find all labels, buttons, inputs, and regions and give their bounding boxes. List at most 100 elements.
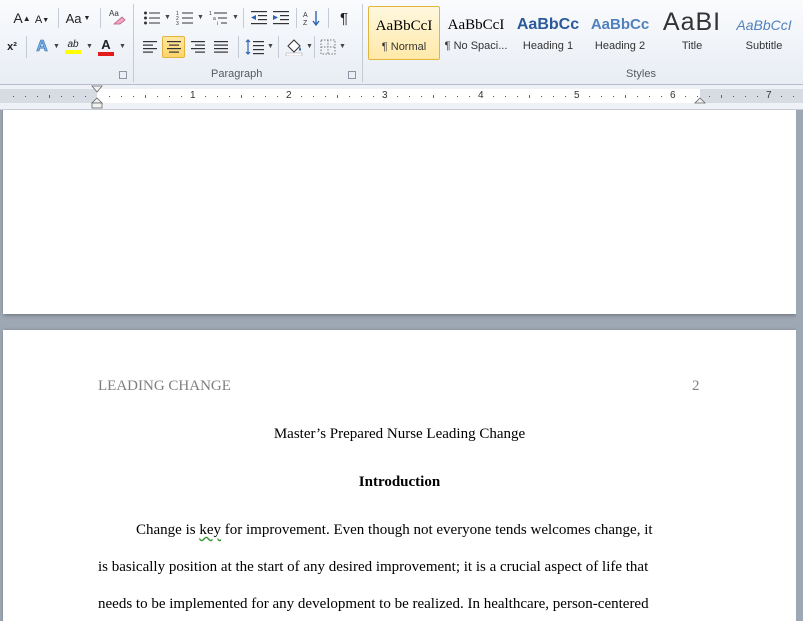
justify-button[interactable] [210, 37, 232, 57]
horizontal-ruler[interactable]: 1 2 3 4 5 6 7 [0, 85, 803, 110]
ruler-dot [493, 96, 494, 97]
paragraph-line-3: needs to be implemented for any developm… [98, 596, 649, 612]
right-indent-marker-icon[interactable] [694, 85, 706, 109]
ruler-dot [205, 96, 206, 97]
font-color-dropdown-icon[interactable]: ▼ [119, 43, 126, 50]
sort-button[interactable]: AZ [301, 8, 323, 28]
highlight-dropdown-icon[interactable]: ▼ [86, 43, 93, 50]
grow-font-button[interactable]: A ▲ [13, 8, 31, 28]
paragraph-dialog-launcher[interactable] [348, 71, 356, 79]
ruler-dot [457, 96, 458, 97]
align-center-icon [166, 41, 181, 53]
line-spacing-button[interactable] [244, 37, 266, 57]
ruler-dot [181, 96, 182, 97]
font-dialog-launcher[interactable] [119, 71, 127, 79]
superscript-label: x² [7, 41, 17, 53]
style-subtitle[interactable]: AaBbCcI Subtitle [728, 6, 800, 60]
page-1[interactable] [3, 110, 796, 314]
increase-indent-icon [273, 11, 289, 25]
line-spacing-icon [245, 39, 264, 55]
increase-indent-button[interactable] [271, 8, 291, 28]
style-heading-1[interactable]: AaBbCc Heading 1 [512, 6, 584, 60]
ruler-dot [757, 96, 758, 97]
bullets-button[interactable] [141, 8, 163, 28]
font-color-button[interactable]: A [96, 36, 116, 56]
shading-dropdown-icon[interactable]: ▼ [306, 43, 313, 50]
separator [296, 8, 297, 28]
style-title[interactable]: AaBI Title [656, 6, 728, 60]
shading-button[interactable] [283, 37, 305, 57]
ruler-right-margin [700, 89, 803, 103]
ruler-dot [661, 96, 662, 97]
ruler-dot [217, 96, 218, 97]
ruler-dot [373, 96, 374, 97]
ruler-dot [445, 96, 446, 97]
ruler-dot [397, 96, 398, 97]
ruler-dot [325, 96, 326, 97]
separator [278, 36, 279, 58]
borders-dropdown-icon[interactable]: ▼ [339, 43, 346, 50]
grammar-flagged-word[interactable]: key [199, 522, 221, 538]
svg-text:A: A [303, 12, 308, 19]
running-header: LEADING CHANGE [98, 378, 231, 394]
style-name: Subtitle [745, 40, 783, 52]
font-color-label: A [101, 36, 111, 52]
clear-formatting-button[interactable]: Aa [107, 7, 127, 27]
svg-text:1: 1 [209, 11, 212, 17]
style-sample: AaBI [662, 9, 722, 36]
ruler-dot [301, 96, 302, 97]
align-center-button[interactable] [162, 36, 185, 58]
borders-button[interactable] [318, 37, 338, 57]
multilevel-dropdown-icon[interactable]: ▼ [232, 14, 239, 21]
ruler-dot [745, 96, 746, 97]
numbering-dropdown-icon[interactable]: ▼ [197, 14, 204, 21]
para-text: Change is [136, 522, 200, 538]
highlight-color-bar [65, 49, 81, 54]
decrease-indent-button[interactable] [249, 8, 269, 28]
text-effects-dropdown-icon[interactable]: ▼ [53, 43, 60, 50]
style-normal[interactable]: AaBbCcI ¶ Normal [368, 6, 440, 60]
page-2[interactable]: LEADING CHANGE 2 Master’s Prepared Nurse… [3, 330, 796, 621]
ruler-half-tick [145, 95, 146, 98]
ruler-dot [709, 96, 710, 97]
change-case-button[interactable]: Aa ▼ [64, 8, 92, 28]
shrink-font-label: A [34, 14, 43, 26]
ruler-dot [637, 96, 638, 97]
ruler-dot [421, 96, 422, 97]
style-sample: AaBbCc [516, 16, 580, 33]
text-effects-label: A [36, 38, 48, 56]
group-separator [362, 4, 363, 82]
justify-icon [214, 41, 228, 53]
ruler-dot [73, 96, 74, 97]
ruler-dot [517, 96, 518, 97]
svg-text:3: 3 [176, 21, 179, 26]
style-no-spacing[interactable]: AaBbCcI ¶ No Spaci... [440, 6, 512, 60]
document-area[interactable]: LEADING CHANGE 2 Master’s Prepared Nurse… [0, 110, 803, 621]
ruler-dot [781, 96, 782, 97]
separator [243, 8, 244, 28]
numbering-button[interactable]: 123 [174, 8, 196, 28]
ruler-dot [13, 96, 14, 97]
superscript-button[interactable]: x² [2, 37, 22, 57]
shrink-font-button[interactable]: A ▼ [34, 10, 50, 30]
document-title: Master’s Prepared Nurse Leading Change [273, 426, 526, 442]
ruler-dot [229, 96, 230, 97]
style-heading-2[interactable]: AaBbCc Heading 2 [584, 6, 656, 60]
line-spacing-dropdown-icon[interactable]: ▼ [267, 43, 274, 50]
text-effects-button[interactable]: A [32, 37, 52, 57]
ruler-dot [589, 96, 590, 97]
ruler-half-tick [49, 95, 50, 98]
bullets-dropdown-icon[interactable]: ▼ [164, 14, 171, 21]
font-color-bar [98, 51, 114, 56]
svg-text:a: a [213, 16, 216, 22]
show-formatting-button[interactable]: ¶ [334, 8, 354, 28]
ruler-dot [109, 96, 110, 97]
align-right-button[interactable] [187, 37, 209, 57]
highlight-button[interactable]: ab [62, 36, 84, 56]
multilevel-list-button[interactable]: 1ai [207, 8, 231, 28]
numbering-icon: 123 [176, 11, 193, 26]
grow-font-label: A [13, 10, 23, 26]
indent-marker-icon[interactable] [91, 85, 103, 109]
page-number: 2 [692, 378, 700, 394]
align-left-button[interactable] [139, 37, 161, 57]
